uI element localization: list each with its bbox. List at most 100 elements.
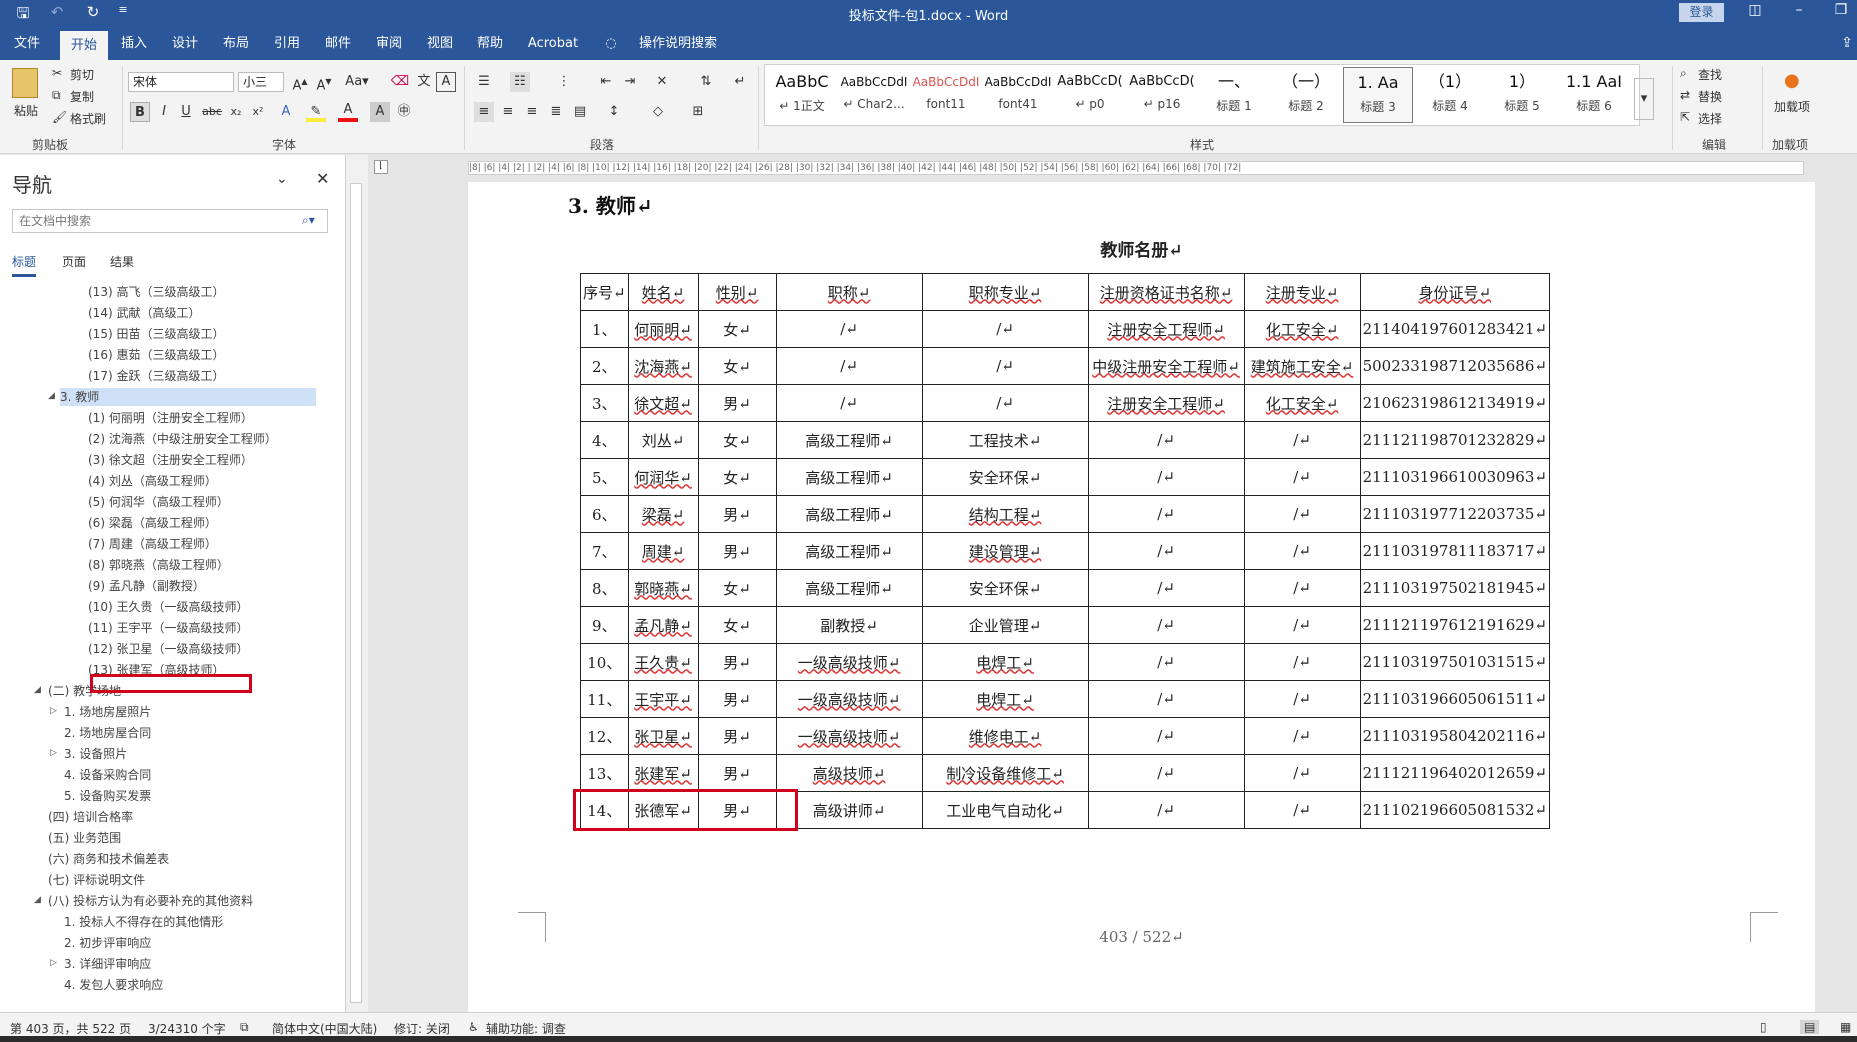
nav-heading-item[interactable]: (14) 武献（高级工） xyxy=(88,304,200,322)
table-cell[interactable]: 制冷设备维修工↵ xyxy=(921,754,1089,792)
collapse-triangle-icon[interactable]: ◢ xyxy=(34,895,41,905)
table-cell[interactable]: 211121197612191629↵ xyxy=(1359,606,1550,644)
table-cell[interactable]: 4、 xyxy=(580,421,629,459)
format-painter-icon[interactable]: 🖌 xyxy=(52,110,67,124)
table-cell[interactable]: 化工安全↵ xyxy=(1243,384,1361,422)
italic-icon[interactable]: I xyxy=(154,102,174,122)
replace-icon[interactable]: ⇄ xyxy=(1680,88,1690,102)
nav-heading-item[interactable]: (四) 培训合格率 xyxy=(48,808,133,826)
change-case-icon[interactable]: Aa▾ xyxy=(342,72,372,92)
table-cell[interactable]: 张建军↵ xyxy=(627,754,699,792)
table-cell[interactable]: 男↵ xyxy=(697,532,777,570)
highlight-icon[interactable]: ✎ xyxy=(306,102,326,122)
proofing-icon[interactable]: ⧉ xyxy=(240,1020,249,1035)
table-cell[interactable]: /↵ xyxy=(921,310,1089,348)
customize-quick-access-icon[interactable]: ≡ xyxy=(112,3,134,16)
table-cell[interactable]: 高级工程师↵ xyxy=(775,458,923,496)
paste-button[interactable]: 粘贴 xyxy=(14,102,38,119)
table-cell[interactable]: 211121196402012659↵ xyxy=(1359,754,1550,792)
superscript-icon[interactable]: x² xyxy=(248,102,268,122)
table-cell[interactable]: 5、 xyxy=(580,458,629,496)
font-color-icon[interactable]: A xyxy=(338,102,358,122)
nav-heading-item[interactable]: (10) 王久贵（一级高级技师） xyxy=(88,598,248,616)
justify-icon[interactable]: ≣ xyxy=(546,102,566,122)
center-icon[interactable]: ≡ xyxy=(498,102,518,122)
table-cell[interactable]: /↵ xyxy=(1243,421,1361,459)
tab-pages[interactable]: 页面 xyxy=(62,253,86,270)
tab-headings[interactable]: 标题 xyxy=(12,253,37,277)
column-header[interactable]: 注册专业↵ xyxy=(1243,273,1361,311)
redo-icon[interactable]: ↻ xyxy=(82,3,104,21)
print-layout-icon[interactable]: ▤ xyxy=(1800,1020,1820,1034)
nav-heading-item[interactable]: (9) 孟凡静（副教授） xyxy=(88,577,205,595)
find-button[interactable]: 查找 xyxy=(1698,66,1722,83)
table-cell[interactable]: 211121198701232829↵ xyxy=(1359,421,1550,459)
table-cell[interactable]: 11、 xyxy=(580,680,629,718)
nav-heading-item[interactable]: 2. 场地房屋合同 xyxy=(64,724,151,742)
table-cell[interactable]: /↵ xyxy=(1243,754,1361,792)
tab-references[interactable]: 引用 xyxy=(265,27,309,60)
addins-icon[interactable]: ● xyxy=(1784,70,1800,91)
table-cell[interactable]: 张卫星↵ xyxy=(627,717,699,755)
table-cell[interactable]: /↵ xyxy=(1087,569,1245,607)
style-item[interactable]: AaBbC ↵ 1正文 xyxy=(767,67,837,123)
table-cell[interactable]: 安全环保↵ xyxy=(921,458,1089,496)
table-cell[interactable]: 女↵ xyxy=(697,310,777,348)
style-item[interactable]: AaBbCcDdI font11 xyxy=(911,67,981,123)
numbering-icon[interactable]: ☷ xyxy=(510,72,530,92)
decrease-indent-icon[interactable]: ⇤ xyxy=(596,72,616,92)
tab-acrobat[interactable]: Acrobat xyxy=(520,27,586,60)
nav-heading-item[interactable]: 3. 设备照片 xyxy=(64,745,127,763)
tab-help[interactable]: 帮助 xyxy=(468,27,512,60)
table-cell[interactable]: 男↵ xyxy=(697,495,777,533)
table-cell[interactable]: 孟凡静↵ xyxy=(627,606,699,644)
table-cell[interactable]: 女↵ xyxy=(697,458,777,496)
table-cell[interactable]: /↵ xyxy=(1243,680,1361,718)
table-cell[interactable]: 211103197502181945↵ xyxy=(1359,569,1550,607)
accessibility-icon[interactable]: ♿ xyxy=(468,1020,479,1034)
increase-indent-icon[interactable]: ⇥ xyxy=(620,72,640,92)
login-button[interactable]: 登录 xyxy=(1679,3,1724,22)
format-painter-button[interactable]: 格式刷 xyxy=(70,110,106,127)
nav-heading-item[interactable]: (2) 沈海燕（中级注册安全工程师） xyxy=(88,430,277,448)
tab-home[interactable]: 开始 xyxy=(60,31,108,60)
table-cell[interactable]: 高级技师↵ xyxy=(775,754,923,792)
table-cell[interactable]: 何润华↵ xyxy=(627,458,699,496)
tab-view[interactable]: 视图 xyxy=(418,27,462,60)
expand-triangle-icon[interactable]: ▷ xyxy=(50,706,57,716)
column-header[interactable]: 性别↵ xyxy=(697,273,777,311)
column-header[interactable]: 身份证号↵ xyxy=(1359,273,1550,311)
page-count[interactable]: 第 403 页，共 522 页 xyxy=(10,1020,131,1037)
text-effects-icon[interactable]: A xyxy=(276,102,296,122)
table-cell[interactable]: 电焊工↵ xyxy=(921,643,1089,681)
ribbon-display-icon[interactable]: ◫ xyxy=(1740,2,1770,18)
style-item[interactable]: 1. Aa 标题 3 xyxy=(1343,67,1413,123)
distributed-icon[interactable]: ▤ xyxy=(570,102,590,122)
table-cell[interactable]: 一级高级技师↵ xyxy=(775,680,923,718)
nav-heading-item[interactable]: (7) 周建（高级工程师） xyxy=(88,535,217,553)
table-cell[interactable]: 沈海燕↵ xyxy=(627,347,699,385)
table-cell[interactable]: 男↵ xyxy=(697,717,777,755)
section-heading[interactable]: 3. 教师↵ xyxy=(568,190,653,219)
search-icon[interactable]: ⌕▾ xyxy=(302,213,315,228)
table-cell[interactable]: 女↵ xyxy=(697,421,777,459)
word-count[interactable]: 3/24310 个字 xyxy=(148,1020,226,1037)
styles-more-icon[interactable]: ▾ xyxy=(1634,78,1654,120)
table-cell[interactable]: /↵ xyxy=(1087,606,1245,644)
table-cell[interactable]: 结构工程↵ xyxy=(921,495,1089,533)
grow-font-icon[interactable]: A▲ xyxy=(290,72,310,93)
table-cell[interactable]: 男↵ xyxy=(697,643,777,681)
tab-mailings[interactable]: 邮件 xyxy=(316,27,360,60)
table-cell[interactable]: 211404197601283421↵ xyxy=(1359,310,1550,348)
read-mode-icon[interactable]: ▯ xyxy=(1760,1020,1767,1034)
align-right-icon[interactable]: ≡ xyxy=(522,102,542,122)
table-cell[interactable]: /↵ xyxy=(1087,532,1245,570)
table-cell[interactable]: /↵ xyxy=(1243,569,1361,607)
save-icon[interactable]: 🖫 xyxy=(12,3,34,28)
table-cell[interactable]: /↵ xyxy=(775,347,923,385)
borders-icon[interactable]: ⊞ xyxy=(688,102,708,122)
table-cell[interactable]: 建设管理↵ xyxy=(921,532,1089,570)
close-icon[interactable]: ✕ xyxy=(316,169,329,188)
align-left-icon[interactable]: ≡ xyxy=(474,102,494,122)
table-cell[interactable]: /↵ xyxy=(775,384,923,422)
